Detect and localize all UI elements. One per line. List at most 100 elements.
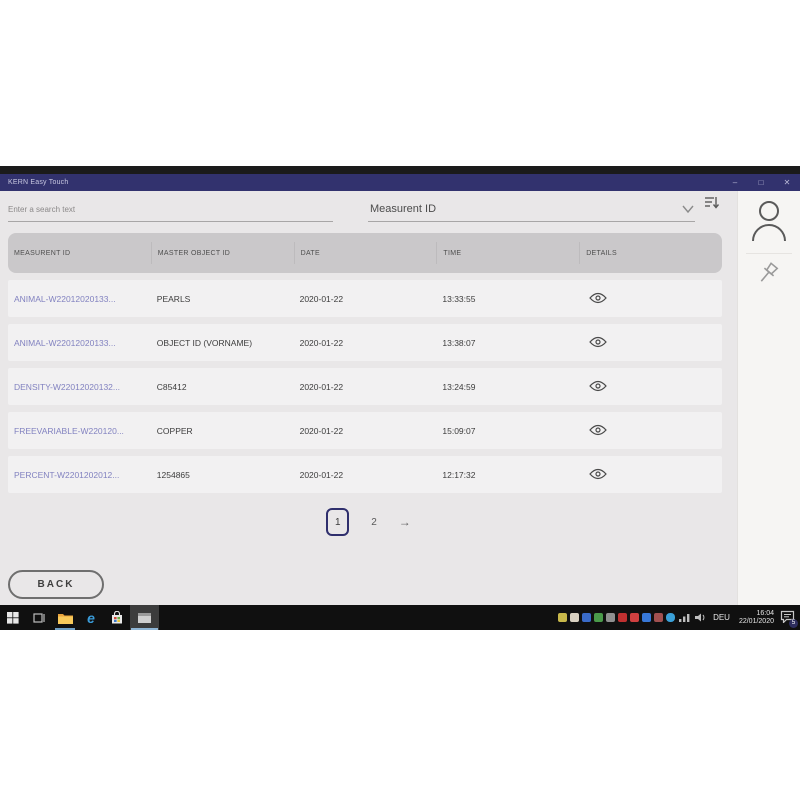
window-title: KERN Easy Touch xyxy=(0,179,68,186)
time-cell: 13:38:07 xyxy=(436,338,579,348)
search-input[interactable] xyxy=(8,197,333,222)
measurent-id-link[interactable]: ANIMAL-W22012020133... xyxy=(8,338,151,348)
time-cell: 13:33:55 xyxy=(436,294,579,304)
master-object-id-cell: PEARLS xyxy=(151,294,294,304)
eye-icon xyxy=(589,336,607,348)
windows-taskbar: e xyxy=(0,605,800,630)
date-cell: 2020-01-22 xyxy=(294,294,437,304)
sort-descending-icon xyxy=(704,195,720,211)
windows-logo-icon xyxy=(7,612,19,624)
column-header-details: DETAILS xyxy=(579,242,722,264)
volume-icon[interactable] xyxy=(694,612,707,623)
tray-icon[interactable] xyxy=(570,613,579,622)
action-center-button[interactable]: 5 xyxy=(780,610,796,626)
close-icon[interactable]: ✕ xyxy=(774,174,800,191)
details-button[interactable] xyxy=(579,292,722,306)
store-bag-icon xyxy=(111,611,123,624)
date-cell: 2020-01-22 xyxy=(294,338,437,348)
running-indicator xyxy=(55,628,75,630)
details-button[interactable] xyxy=(579,336,722,350)
measurent-id-link[interactable]: ANIMAL-W22012020133... xyxy=(8,294,151,304)
start-button[interactable] xyxy=(0,605,26,630)
time-cell: 15:09:07 xyxy=(436,426,579,436)
tray-icon[interactable] xyxy=(582,613,591,622)
kern-app-taskbar-button[interactable] xyxy=(130,605,159,630)
user-icon xyxy=(749,199,789,243)
desktop-background-strip xyxy=(0,166,800,174)
task-view-icon xyxy=(33,612,46,624)
file-explorer-button[interactable] xyxy=(52,605,78,630)
app-window-icon xyxy=(137,612,152,624)
date-cell: 2020-01-22 xyxy=(294,470,437,480)
pushpin-icon xyxy=(754,260,784,292)
folder-icon xyxy=(58,612,73,624)
tray-icon[interactable] xyxy=(642,613,651,622)
column-header-measurent-id: MEASURENT ID xyxy=(8,242,151,264)
filter-dropdown-value: Measurent ID xyxy=(368,203,436,215)
sort-button[interactable] xyxy=(702,193,722,213)
master-object-id-cell: OBJECT ID (VORNAME) xyxy=(151,338,294,348)
details-button[interactable] xyxy=(579,468,722,482)
table-row: ANIMAL-W22012020133... PEARLS 2020-01-22… xyxy=(8,280,722,317)
right-sidebar xyxy=(737,191,800,605)
network-icon[interactable] xyxy=(678,612,691,623)
tray-icon[interactable] xyxy=(558,613,567,622)
tray-icon[interactable] xyxy=(594,613,603,622)
edge-icon: e xyxy=(87,611,95,625)
profile-button[interactable] xyxy=(738,199,800,243)
next-page-arrow-icon[interactable]: → xyxy=(399,515,411,529)
table-row: FREEVARIABLE-W220120... COPPER 2020-01-2… xyxy=(8,412,722,449)
minimize-icon[interactable]: – xyxy=(722,174,748,191)
app-body: Measurent ID MEASURENT xyxy=(0,191,800,605)
pagination: 1 2 → xyxy=(0,507,737,537)
table-row: DENSITY-W22012020132... C85412 2020-01-2… xyxy=(8,368,722,405)
page-button-1[interactable]: 1 xyxy=(326,508,349,536)
measurent-id-link[interactable]: PERCENT-W2201202012... xyxy=(8,470,151,480)
eye-icon xyxy=(589,292,607,304)
table-row: ANIMAL-W22012020133... OBJECT ID (VORNAM… xyxy=(8,324,722,361)
master-object-id-cell: 1254865 xyxy=(151,470,294,480)
details-button[interactable] xyxy=(579,380,722,394)
tray-icon[interactable] xyxy=(654,613,663,622)
eye-icon xyxy=(589,424,607,436)
master-object-id-cell: COPPER xyxy=(151,426,294,436)
tray-icon[interactable] xyxy=(606,613,615,622)
measurent-id-link[interactable]: FREEVARIABLE-W220120... xyxy=(8,426,151,436)
taskbar-left: e xyxy=(0,605,159,630)
time-cell: 13:24:59 xyxy=(436,382,579,392)
pin-button[interactable] xyxy=(738,260,800,292)
sidebar-divider xyxy=(746,253,792,254)
main-content: Measurent ID MEASURENT xyxy=(0,191,737,605)
screenshot-canvas: KERN Easy Touch – □ ✕ xyxy=(0,0,800,800)
date-cell: 2020-01-22 xyxy=(294,426,437,436)
notification-count-badge: 5 xyxy=(789,619,798,628)
system-tray: DEU 16:04 22/01/2020 5 xyxy=(558,605,796,630)
window-titlebar: KERN Easy Touch – □ ✕ xyxy=(0,174,800,191)
edge-button[interactable]: e xyxy=(78,605,104,630)
table-row: PERCENT-W2201202012... 1254865 2020-01-2… xyxy=(8,456,722,493)
back-button[interactable]: BACK xyxy=(8,570,104,599)
maximize-icon[interactable]: □ xyxy=(748,174,774,191)
column-header-master-object-id: MASTER OBJECT ID xyxy=(151,242,294,264)
taskbar-clock[interactable]: 16:04 22/01/2020 xyxy=(736,610,777,626)
eye-icon xyxy=(589,468,607,480)
column-header-date: DATE xyxy=(294,242,437,264)
language-indicator[interactable]: DEU xyxy=(710,613,733,622)
date-cell: 2020-01-22 xyxy=(294,382,437,392)
tray-icon[interactable] xyxy=(618,613,627,622)
task-view-button[interactable] xyxy=(26,605,52,630)
measurent-id-link[interactable]: DENSITY-W22012020132... xyxy=(8,382,151,392)
page-button-2[interactable]: 2 xyxy=(371,517,377,528)
table-header: MEASURENT ID MASTER OBJECT ID DATE TIME … xyxy=(8,233,722,273)
filter-dropdown[interactable]: Measurent ID xyxy=(368,197,695,222)
tray-icon[interactable] xyxy=(630,613,639,622)
details-button[interactable] xyxy=(579,424,722,438)
desktop-screen: KERN Easy Touch – □ ✕ xyxy=(0,166,800,630)
eye-icon xyxy=(589,380,607,392)
running-indicator xyxy=(131,628,158,630)
tray-icon[interactable] xyxy=(666,613,675,622)
clock-date: 22/01/2020 xyxy=(739,618,774,626)
time-cell: 12:17:32 xyxy=(436,470,579,480)
store-button[interactable] xyxy=(104,605,130,630)
window-controls: – □ ✕ xyxy=(722,174,800,191)
